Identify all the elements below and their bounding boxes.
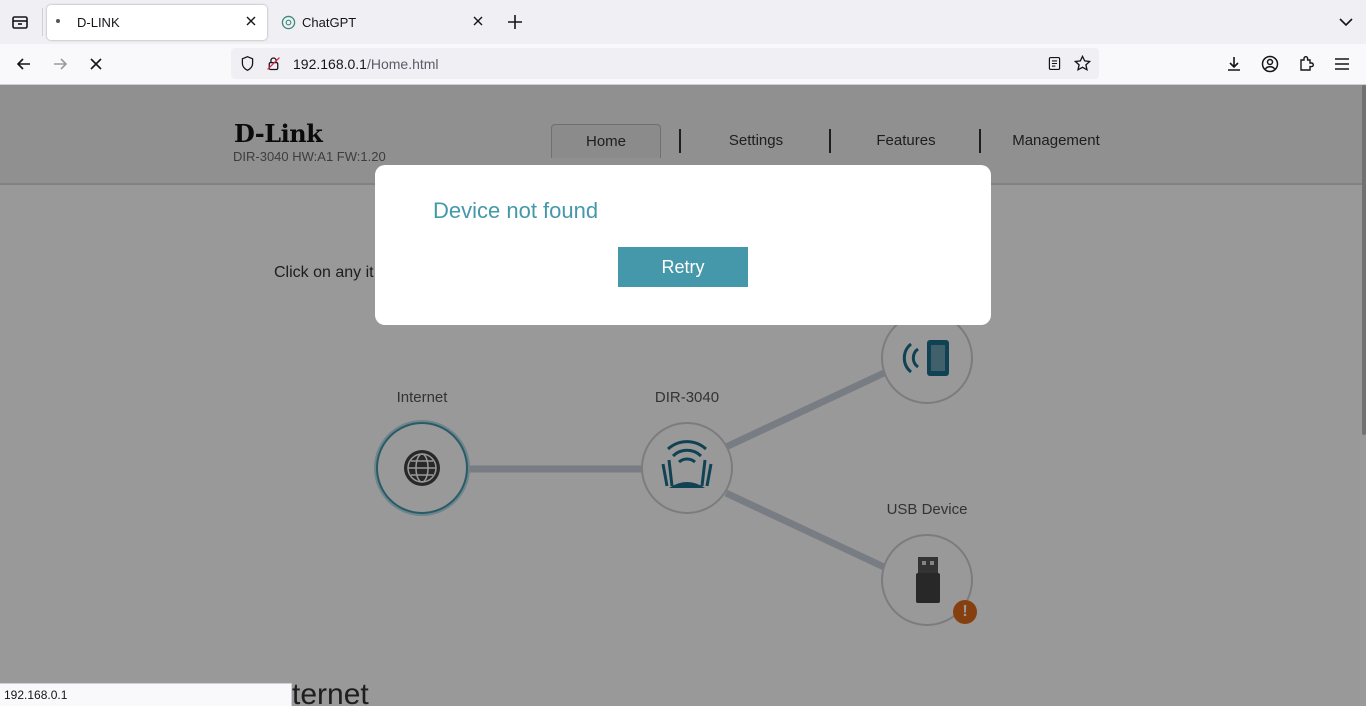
- url-path: /Home.html: [366, 56, 439, 72]
- chatgpt-logo-icon: [281, 15, 296, 30]
- hamburger-menu-icon[interactable]: [1332, 54, 1352, 74]
- back-icon[interactable]: [14, 54, 34, 74]
- downloads-icon[interactable]: [1224, 54, 1244, 74]
- chevron-down-icon[interactable]: [1336, 12, 1356, 32]
- bookmark-star-icon[interactable]: [1073, 54, 1092, 73]
- tab-bar: D-LINK ChatGPT: [0, 0, 1366, 44]
- url-bar[interactable]: 192.168.0.1/Home.html: [231, 48, 1099, 79]
- retry-button[interactable]: Retry: [618, 247, 748, 287]
- url-host: 192.168.0.1: [293, 56, 367, 72]
- tab-title: D-LINK: [77, 15, 120, 30]
- forward-icon[interactable]: [50, 54, 70, 74]
- navigation-toolbar: 192.168.0.1/Home.html: [0, 44, 1366, 85]
- list-all-tabs-icon[interactable]: [10, 12, 30, 32]
- shield-icon[interactable]: [239, 55, 256, 72]
- tab-title: ChatGPT: [302, 15, 357, 30]
- extensions-icon[interactable]: [1296, 54, 1316, 74]
- tab-divider: [42, 8, 43, 36]
- close-tab-icon[interactable]: [470, 13, 486, 29]
- status-bar-url: 192.168.0.1: [0, 683, 292, 706]
- new-tab-icon[interactable]: [505, 12, 525, 32]
- stop-loading-icon[interactable]: [86, 54, 106, 74]
- url-text[interactable]: 192.168.0.1/Home.html: [293, 56, 439, 72]
- tab-chatgpt[interactable]: ChatGPT: [272, 5, 494, 40]
- insecure-lock-icon[interactable]: [265, 55, 282, 72]
- device-not-found-dialog: Device not found Retry: [375, 165, 991, 325]
- loading-dot-icon: [56, 19, 60, 23]
- account-icon[interactable]: [1260, 54, 1280, 74]
- tab-dlink[interactable]: D-LINK: [47, 5, 267, 40]
- close-tab-icon[interactable]: [243, 13, 259, 29]
- reader-view-icon[interactable]: [1046, 55, 1063, 72]
- dialog-title: Device not found: [433, 198, 599, 223]
